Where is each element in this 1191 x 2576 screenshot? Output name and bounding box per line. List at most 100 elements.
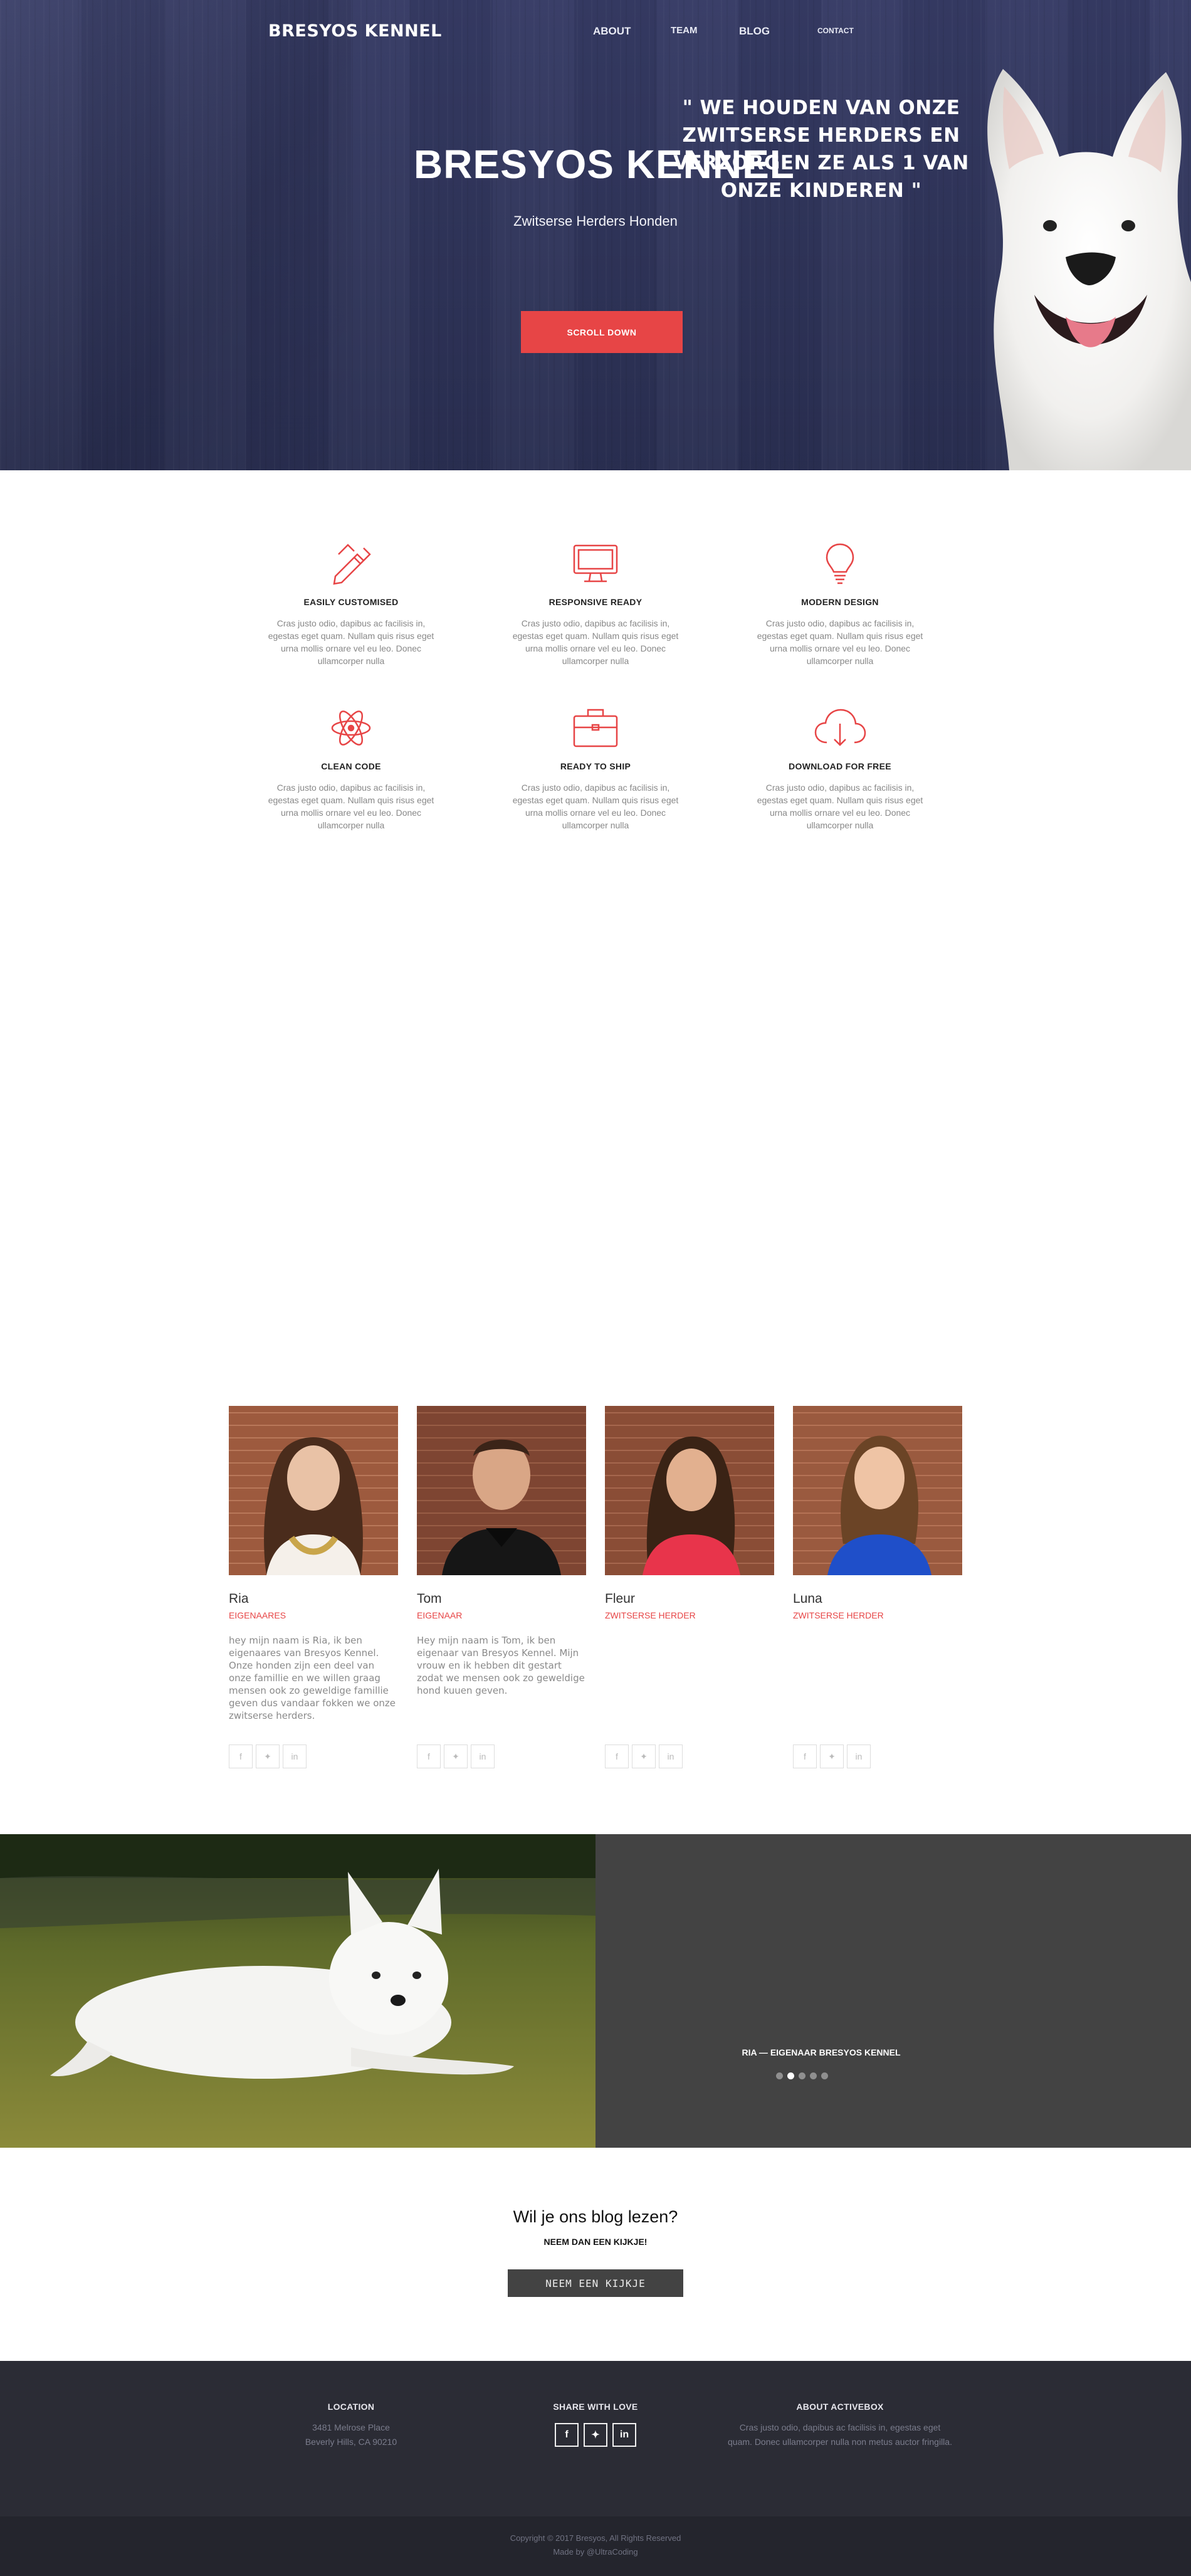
twitter-icon[interactable]: ✦	[444, 1745, 468, 1768]
feature-text: Cras justo odio, dapibus ac facilisis in…	[268, 618, 434, 666]
team-member-fleur: Fleur ZWITSERSE HERDER f ✦ in	[605, 1406, 775, 1768]
linkedin-icon[interactable]: in	[847, 1745, 871, 1768]
footer-share: SHARE WITH LOVE f ✦ in	[501, 2402, 690, 2447]
feature-title: CLEAN CODE	[321, 761, 381, 771]
team-member-ria: Ria EIGENAARES hey mijn naam is Ria, ik …	[229, 1406, 399, 1768]
facebook-icon[interactable]: f	[555, 2423, 579, 2447]
lightbulb-icon	[826, 543, 854, 584]
member-photo	[417, 1406, 586, 1575]
hero-section: BRESYOS KENNEL ABOUT TEAM BLOG CONTACT B…	[0, 0, 1191, 470]
feature-responsive-ready: RESPONSIVE READY Cras justo odio, dapibu…	[495, 542, 696, 667]
blog-title: Wil je ons blog lezen?	[513, 2207, 678, 2226]
twitter-icon[interactable]: ✦	[820, 1745, 844, 1768]
footer-heading: ABOUT ACTIVEBOX	[796, 2402, 884, 2412]
feature-title: EASILY CUSTOMISED	[303, 597, 399, 607]
testimonial-section	[0, 1834, 1191, 2148]
twitter-icon[interactable]: ✦	[584, 2423, 607, 2447]
member-name: Luna	[793, 1592, 822, 1606]
carousel-dot[interactable]	[810, 2072, 817, 2079]
feature-text: Cras justo odio, dapibus ac facilisis in…	[757, 618, 923, 666]
feature-easily-customised: EASILY CUSTOMISED Cras justo odio, dapib…	[251, 542, 451, 667]
footer: LOCATION 3481 Melrose Place Beverly Hill…	[0, 2361, 1191, 2516]
member-role: EIGENAARES	[229, 1610, 286, 1620]
made-by-text[interactable]: Made by @UltraCoding	[407, 2545, 784, 2559]
nav-about[interactable]: ABOUT	[593, 25, 631, 38]
member-photo	[793, 1406, 962, 1575]
facebook-icon[interactable]: f	[605, 1745, 629, 1768]
carousel-dot[interactable]	[821, 2072, 828, 2079]
member-socials: f ✦ in	[417, 1745, 495, 1768]
member-bio	[605, 1634, 775, 1738]
copyright: Copyright © 2017 Bresyos, All Rights Res…	[407, 2531, 784, 2559]
testimonial-quote: " WE HOUDEN VAN ONZE ZWITSERSE HERDERS E…	[673, 97, 969, 202]
pencil-ruler-icon	[333, 544, 371, 585]
footer-about-text: Cras justo odio, dapibus ac facilisis in…	[728, 2422, 952, 2447]
facebook-icon[interactable]: f	[229, 1745, 253, 1768]
feature-download-for-free: DOWNLOAD FOR FREE Cras justo odio, dapib…	[740, 706, 940, 831]
nav-blog[interactable]: BLOG	[739, 25, 770, 38]
brand-logo[interactable]: BRESYOS KENNEL	[268, 21, 442, 41]
facebook-icon[interactable]: f	[417, 1745, 441, 1768]
testimonial-dog-image	[0, 1834, 596, 2148]
testimonial-panel	[596, 1834, 1191, 2148]
member-socials: f ✦ in	[605, 1745, 683, 1768]
member-name: Fleur	[605, 1592, 635, 1606]
nav-team[interactable]: TEAM	[671, 25, 698, 36]
testimonial-author: RIA — EIGENAAR BRESYOS KENNEL	[742, 2047, 901, 2057]
team-member-luna: Luna ZWITSERSE HERDER f ✦ in	[793, 1406, 963, 1768]
feature-text: Cras justo odio, dapibus ac facilisis in…	[512, 783, 679, 830]
member-photo	[605, 1406, 774, 1575]
nav-contact[interactable]: CONTACT	[817, 26, 854, 35]
footer-heading: LOCATION	[327, 2402, 375, 2412]
member-name: Tom	[417, 1592, 442, 1606]
feature-title: READY TO SHIP	[560, 761, 631, 771]
feature-text: Cras justo odio, dapibus ac facilisis in…	[512, 618, 679, 666]
linkedin-icon[interactable]: in	[283, 1745, 307, 1768]
atom-icon	[331, 710, 371, 746]
blog-subtitle: NEEM DAN EEN KIJKJE!	[543, 2237, 648, 2247]
feature-title: DOWNLOAD FOR FREE	[789, 761, 891, 771]
linkedin-icon[interactable]: in	[471, 1745, 495, 1768]
footer-address: 3481 Melrose Place Beverly Hills, CA 902…	[257, 2420, 445, 2449]
feature-clean-code: CLEAN CODE Cras justo odio, dapibus ac f…	[251, 706, 451, 831]
scroll-down-button[interactable]: SCROLL DOWN	[521, 311, 683, 353]
copyright-text: Copyright © 2017 Bresyos, All Rights Res…	[510, 2533, 681, 2543]
hero-background-texture	[0, 0, 351, 470]
feature-text: Cras justo odio, dapibus ac facilisis in…	[268, 783, 434, 830]
hero-subtitle: Zwitserse Herders Honden	[513, 213, 678, 229]
feature-modern-design: MODERN DESIGN Cras justo odio, dapibus a…	[740, 542, 940, 667]
cloud-download-icon	[814, 709, 866, 746]
carousel-dot-active[interactable]	[787, 2072, 794, 2079]
twitter-icon[interactable]: ✦	[632, 1745, 656, 1768]
carousel-dot[interactable]	[776, 2072, 783, 2079]
linkedin-icon[interactable]: in	[659, 1745, 683, 1768]
feature-title: RESPONSIVE READY	[548, 597, 643, 607]
carousel-dot[interactable]	[799, 2072, 805, 2079]
briefcase-icon	[573, 709, 618, 747]
member-bio: Hey mijn naam is Tom, ik ben eigenaar va…	[417, 1635, 585, 1696]
address-line: 3481 Melrose Place	[312, 2422, 390, 2432]
member-socials: f ✦ in	[229, 1745, 307, 1768]
twitter-icon[interactable]: ✦	[256, 1745, 280, 1768]
feature-ready-to-ship: READY TO SHIP Cras justo odio, dapibus a…	[495, 706, 696, 831]
member-role: EIGENAAR	[417, 1610, 463, 1620]
member-name: Ria	[229, 1592, 249, 1606]
member-socials: f ✦ in	[793, 1745, 871, 1768]
address-line: Beverly Hills, CA 90210	[305, 2437, 397, 2447]
team-member-tom: Tom EIGENAAR Hey mijn naam is Tom, ik be…	[417, 1406, 587, 1768]
carousel-dots	[776, 2072, 828, 2079]
footer-socials: f ✦ in	[501, 2423, 690, 2447]
monitor-icon	[573, 544, 618, 583]
feature-title: MODERN DESIGN	[801, 597, 879, 607]
blog-button[interactable]: NEEM EEN KIJKJE	[508, 2269, 683, 2297]
member-bio: hey mijn naam is Ria, ik ben eigenaares …	[229, 1635, 396, 1721]
footer-heading: SHARE WITH LOVE	[553, 2402, 638, 2412]
footer-location: LOCATION 3481 Melrose Place Beverly Hill…	[257, 2402, 445, 2449]
member-bio	[793, 1634, 963, 1738]
member-role: ZWITSERSE HERDER	[793, 1610, 884, 1620]
linkedin-icon[interactable]: in	[612, 2423, 636, 2447]
footer-about: ABOUT ACTIVEBOX Cras justo odio, dapibus…	[727, 2402, 953, 2449]
facebook-icon[interactable]: f	[793, 1745, 817, 1768]
member-photo	[229, 1406, 398, 1575]
member-role: ZWITSERSE HERDER	[605, 1610, 696, 1620]
